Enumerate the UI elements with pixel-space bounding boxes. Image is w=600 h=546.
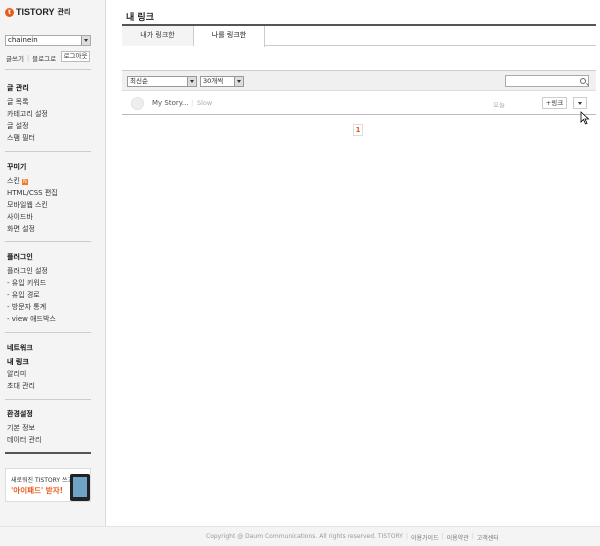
write-link[interactable]: 글쓰기 [6,53,24,63]
footer: Copyright @ Daum Communications. All rig… [0,526,600,546]
mouse-cursor-icon [580,111,590,125]
footer-link-guide[interactable]: 이용가이드 [411,533,439,542]
nav-item-html-css[interactable]: HTML/CSS 편집 [7,188,58,198]
sort-select[interactable]: 최신순 [127,76,197,87]
nav-item-notifier[interactable]: 알리미 [7,369,26,379]
divider [5,69,91,70]
search-input[interactable] [508,77,576,86]
list-item-title[interactable]: My Story... [152,99,189,107]
nav-item-invite[interactable]: 초대 관리 [7,381,35,391]
pagination-current-page[interactable]: 1 [353,124,363,136]
chevron-down-icon [234,77,243,86]
nav-item-view-adbox[interactable]: - view 애드박스 [7,314,56,324]
more-options-button[interactable] [573,97,587,109]
divider: | [191,99,194,107]
footer-link-support[interactable]: 고객센터 [477,533,499,542]
nav-item-visitor-stats[interactable]: - 방문자 통계 [7,302,46,312]
filter-bar: 최신순 30개씩 [122,70,596,91]
nav-item-inflow-keyword[interactable]: - 유입 키워드 [7,278,46,288]
divider [5,452,91,454]
nav-title-network: 네트워크 [7,344,33,352]
nav-title-design: 꾸미기 [7,163,27,171]
banner-line2: '아이패드' 받자! [11,486,64,495]
blog-link[interactable]: 블로그로 [32,53,56,63]
divider [5,332,91,333]
nav-item-mobile-skin[interactable]: 모바일웹 스킨 [7,200,48,210]
list-item-subtitle: Slow [197,99,213,107]
page-title: 내 링크 [126,13,154,23]
nav-item-sidebar[interactable]: 사이드바 [7,212,33,222]
add-link-button[interactable]: +링크 [542,97,567,109]
count-select-value: 30개씩 [203,77,224,85]
divider: | [471,533,474,540]
divider: | [26,54,30,62]
banner-line1: 새로워진 TISTORY 쓰고 [11,477,74,484]
avatar [131,97,144,110]
nav-item-skin-label: 스킨 [7,177,20,185]
search-box [505,75,589,87]
divider [5,151,91,152]
quick-links: 글쓰기 | 블로그로 [6,53,56,63]
tab-bar: 내가 링크한 나를 링크한 [122,26,596,47]
sidebar: t TISTORY 관리 chainein 글쓰기 | 블로그로 로그아웃 글 … [0,0,106,526]
nav-item-spam-filter[interactable]: 스팸 필터 [7,133,35,143]
divider: | [405,533,408,540]
list-item: My Story... | Slow 오늘 +링크 [122,92,596,115]
copyright-text: Copyright @ Daum Communications. All rig… [206,533,403,540]
logo-text: TISTORY [16,7,55,17]
blog-select[interactable]: chainein [5,35,91,46]
divider [5,399,91,400]
nav-item-category[interactable]: 카테고리 설정 [7,109,48,119]
tistory-logo[interactable]: t TISTORY 관리 [5,7,70,17]
tab-linked-by-me[interactable]: 내가 링크한 [122,26,194,46]
new-badge: N [21,179,28,185]
footer-link-terms[interactable]: 이용약관 [447,533,469,542]
count-select[interactable]: 30개씩 [200,76,244,87]
nav-title-post: 글 관리 [7,84,29,92]
list-item-date: 오늘 [493,101,505,109]
chevron-down-icon [187,77,196,86]
divider [5,241,91,242]
tistory-logo-icon: t [5,7,14,17]
chevron-down-icon [81,36,90,45]
nav-item-screen-settings[interactable]: 화면 설정 [7,224,35,234]
nav-item-post-settings[interactable]: 글 설정 [7,121,29,131]
logout-button[interactable]: 로그아웃 [61,51,90,62]
blog-select-value: chainein [8,36,38,44]
divider: | [441,533,444,540]
nav-item-inflow-path[interactable]: - 유입 경로 [7,290,40,300]
nav-title-plugin: 플러그인 [7,253,33,261]
nav-item-my-link[interactable]: 내 링크 [7,357,29,367]
tablet-icon [70,474,90,501]
nav-title-preferences: 환경설정 [7,410,33,418]
sort-select-value: 최신순 [130,77,148,85]
logo-sub: 관리 [57,8,71,16]
nav-item-skin[interactable]: 스킨 N [7,176,28,186]
nav-item-basic-info[interactable]: 기본 정보 [7,423,35,433]
nav-item-post-list[interactable]: 글 목록 [7,97,29,107]
nav-item-plugin-settings[interactable]: 플러그인 설정 [7,266,48,276]
search-icon[interactable] [580,78,586,84]
promo-banner[interactable]: 새로워진 TISTORY 쓰고 '아이패드' 받자! [5,468,91,502]
tab-linked-to-me[interactable]: 나를 링크한 [194,26,265,47]
nav-item-data-management[interactable]: 데이터 관리 [7,435,41,445]
